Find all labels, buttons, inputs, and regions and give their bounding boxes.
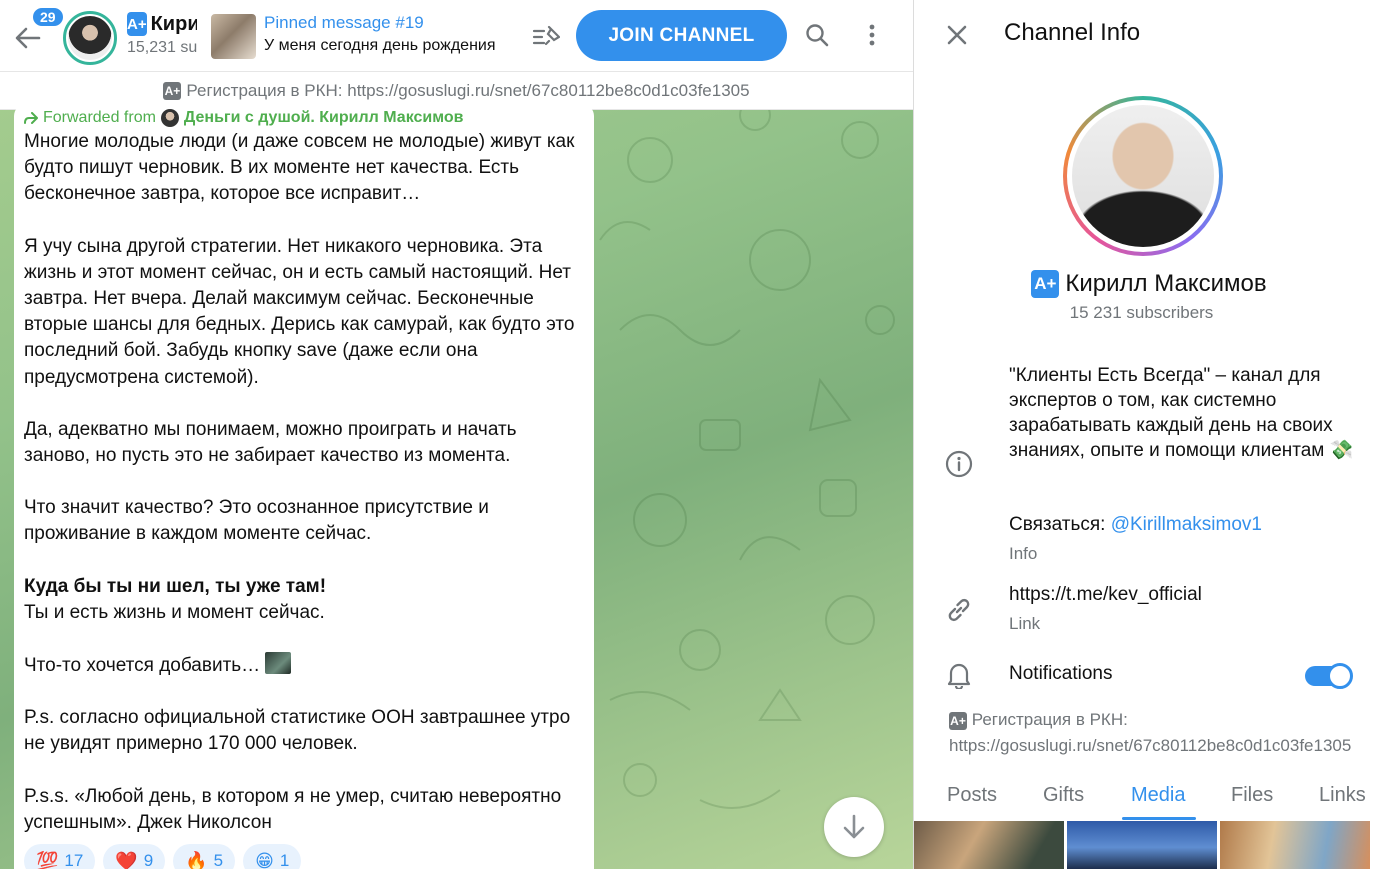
verified-badge-icon: A+ <box>949 712 967 730</box>
message-paragraph: Что значит качество? Это осознанное прис… <box>24 497 489 545</box>
registration-label: Регистрация в РКН: <box>971 710 1128 729</box>
notifications-label: Notifications <box>1009 663 1113 684</box>
bell-icon <box>947 663 971 689</box>
channel-profile-photo[interactable] <box>1063 96 1223 256</box>
back-arrow-icon <box>15 27 41 49</box>
search-icon <box>806 24 829 47</box>
scroll-to-bottom-button[interactable] <box>824 797 884 857</box>
channel-subscribers: 15,231 subscribers <box>127 39 197 56</box>
forwarded-header[interactable]: Forwarded from Деньги с душой. Кирилл Ма… <box>24 107 584 129</box>
tab-files[interactable]: Files <box>1231 784 1273 807</box>
channel-name-text: Кирилл Максимов <box>1065 270 1267 297</box>
tab-media[interactable]: Media <box>1131 784 1185 807</box>
forwarded-source-name[interactable]: Деньги с душой. Кирилл Максимов <box>184 109 464 127</box>
link-icon <box>948 598 970 622</box>
more-vertical-icon <box>869 24 875 46</box>
media-tabs: Posts Gifts Media Files Links <box>914 770 1383 820</box>
media-grid <box>914 821 1383 869</box>
reaction-emoji: 🔥 <box>185 850 208 869</box>
more-options-button[interactable] <box>857 18 887 52</box>
active-tab-indicator <box>1122 817 1196 820</box>
verified-badge-icon: A+ <box>163 81 182 100</box>
pin-list-icon <box>532 25 560 46</box>
channel-description: "Клиенты Есть Всегда" – канал для экспер… <box>1009 365 1354 461</box>
chat-header: 29 A+ Кирилл Максимов 15,231 subscribers… <box>0 0 913 72</box>
channel-contact-line: Связаться: @Kirillmaksimov1 <box>1009 514 1262 536</box>
reaction-emoji: 💯 <box>36 850 59 869</box>
join-channel-button[interactable]: JOIN CHANNEL <box>576 10 787 61</box>
media-thumbnail[interactable] <box>1067 821 1217 869</box>
reaction-count: 9 <box>143 851 154 869</box>
forward-icon <box>24 112 38 124</box>
channel-info-panel: Channel Info A+ Кирилл Максимов 15 231 s… <box>913 0 1383 869</box>
tab-gifts[interactable]: Gifts <box>1043 784 1084 807</box>
pinned-message-thumbnail[interactable] <box>211 14 256 59</box>
reaction-emoji: ❤️ <box>115 850 138 869</box>
custom-emoji-image <box>265 652 292 675</box>
search-button[interactable] <box>800 18 834 52</box>
pinned-message-text[interactable]: У меня сегодня день рождения <box>264 37 509 55</box>
message-bubble[interactable]: Forwarded from Деньги с душой. Кирилл Ма… <box>14 104 594 869</box>
info-panel-title: Channel Info <box>1004 19 1141 46</box>
pinned-list-button[interactable] <box>530 20 562 52</box>
close-icon <box>947 25 967 45</box>
message-paragraph: Я учу сына другой стратегии. Нет никаког… <box>24 235 575 388</box>
message-paragraph: Что-то хочется добавить… <box>24 655 261 677</box>
message-paragraph: Да, адекватно мы понимаем, можно проигра… <box>24 418 517 467</box>
reaction-chip[interactable]: 🔥 5 <box>173 844 236 869</box>
info-row-icon-wrap <box>944 449 974 479</box>
reaction-count: 5 <box>213 851 224 869</box>
tab-links[interactable]: Links <box>1319 784 1366 807</box>
channel-title-block[interactable]: A+ Кирилл Максимов 15,231 subscribers <box>127 12 197 57</box>
message-paragraph: Многие молодые люди (и даже совсем не мо… <box>24 131 575 205</box>
reaction-chip[interactable]: 💯 17 <box>24 844 96 869</box>
channel-link[interactable]: https://t.me/kev_official <box>1009 584 1202 606</box>
contact-handle-link[interactable]: @Kirillmaksimov1 <box>1111 514 1262 535</box>
arrow-down-icon <box>843 814 865 839</box>
registration-url[interactable]: https://gosuslugi.ru/snet/67c80112be8c0d… <box>949 736 1351 755</box>
channel-name: A+ Кирилл Максимов <box>914 270 1383 298</box>
forwarded-avatar <box>160 109 179 127</box>
reaction-emoji: 😁 <box>255 850 274 869</box>
close-info-button[interactable] <box>942 20 972 50</box>
channel-avatar[interactable] <box>63 11 117 65</box>
chat-area: 29 A+ Кирилл Максимов 15,231 subscribers… <box>0 0 913 869</box>
message-paragraph: Ты и есть жизнь и момент сейчас. <box>24 601 325 623</box>
reaction-count: 1 <box>279 851 290 869</box>
channel-title: Кирилл Максимов <box>150 12 197 35</box>
reaction-chip[interactable]: ❤️ 9 <box>103 844 166 869</box>
link-row-label: Link <box>1009 614 1041 633</box>
link-row-icon-wrap <box>944 595 974 625</box>
media-thumbnail[interactable] <box>1220 821 1370 869</box>
registration-banner-text: Регистрация в РКН: https://gosuslugi.ru/… <box>186 80 750 100</box>
reactions-bar: 💯 17 ❤️ 9 🔥 5 😁 1 <box>24 844 302 869</box>
pinned-message-title[interactable]: Pinned message #19 <box>264 13 424 33</box>
contact-prefix: Связаться: <box>1009 514 1111 535</box>
notifications-row-icon-wrap <box>944 660 974 690</box>
media-thumbnail[interactable] <box>914 821 1064 869</box>
reaction-chip[interactable]: 😁 1 <box>243 844 302 869</box>
unread-count-badge: 29 <box>31 6 65 28</box>
message-bold-line: Куда бы ты ни шел, ты уже там! <box>24 575 327 597</box>
notifications-toggle[interactable] <box>1305 663 1353 689</box>
verified-badge-icon: A+ <box>127 12 147 36</box>
tab-posts[interactable]: Posts <box>947 784 997 807</box>
channel-subscriber-count: 15 231 subscribers <box>1069 303 1214 322</box>
info-icon <box>945 450 973 478</box>
forwarded-prefix: Forwarded from <box>43 109 156 126</box>
message-paragraph: P.s. согласно официальной статистике ООН… <box>24 707 571 755</box>
message-text: Многие молодые люди (и даже совсем не мо… <box>24 129 584 836</box>
registration-note[interactable]: A+ Регистрация в РКН: https://gosuslugi.… <box>949 707 1374 759</box>
message-paragraph: P.s.s. «Любой день, в котором я не умер,… <box>24 785 562 833</box>
info-row-label: Info <box>1009 544 1038 563</box>
verified-badge-icon: A+ <box>1031 270 1060 298</box>
reaction-count: 17 <box>64 851 84 869</box>
